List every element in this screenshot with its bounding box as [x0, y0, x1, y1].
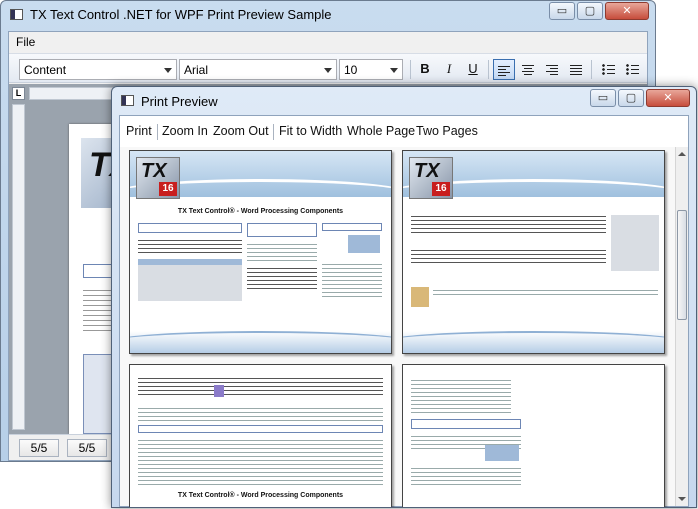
font-size-combobox[interactable]: 10: [339, 59, 403, 80]
scroll-thumb[interactable]: [677, 210, 687, 320]
scroll-down-arrow-icon[interactable]: [676, 493, 688, 506]
folder-image: [411, 287, 429, 307]
dialog-screenshot: [611, 215, 659, 271]
close-button[interactable]: ✕: [646, 89, 690, 107]
section-box: [138, 223, 242, 233]
close-button[interactable]: ✕: [605, 2, 649, 20]
numbered-list-button[interactable]: [621, 59, 643, 80]
text-block: [247, 265, 317, 289]
minimize-button[interactable]: ▭: [549, 2, 575, 20]
tx-logo: TX 16: [136, 157, 180, 199]
preview-page-1[interactable]: TX 16 TX Text Control® - Word Processing…: [129, 150, 392, 354]
maximize-button[interactable]: ▢: [577, 2, 603, 20]
align-right-button[interactable]: [541, 59, 563, 80]
preview-scroll-area[interactable]: TX 16 TX Text Control® - Word Processing…: [120, 147, 675, 507]
text-block: [138, 405, 383, 421]
app-icon: [10, 9, 23, 20]
align-center-button[interactable]: [517, 59, 539, 80]
text-block: [322, 261, 382, 297]
toolbar-separator: [157, 124, 158, 140]
print-button[interactable]: Print: [126, 124, 152, 138]
zoom-in-button[interactable]: Zoom In: [162, 124, 208, 138]
main-titlebar[interactable]: TX Text Control .NET for WPF Print Previ…: [1, 1, 655, 29]
section-indicator: 5/5: [67, 439, 107, 457]
style-combobox-value: Content: [24, 63, 67, 77]
underline-button[interactable]: U: [462, 59, 484, 80]
align-center-icon: [522, 64, 534, 75]
blue-callout: [348, 235, 380, 253]
preview-page-2[interactable]: TX 16: [402, 150, 665, 354]
two-pages-button[interactable]: Two Pages: [416, 124, 478, 138]
window-icon: [121, 95, 134, 106]
menu-file[interactable]: File: [16, 35, 35, 49]
print-preview-window: Print Preview ▭ ▢ ✕ Print Zoom In Zoom O…: [111, 86, 697, 508]
italic-button[interactable]: I: [438, 59, 460, 80]
print-preview-title: Print Preview: [141, 94, 218, 109]
page-heading: TX Text Control® - Word Processing Compo…: [177, 208, 344, 215]
text-block: [411, 213, 606, 233]
align-left-button[interactable]: [493, 59, 515, 80]
justify-icon: [570, 64, 582, 75]
vertical-scrollbar[interactable]: [675, 147, 688, 506]
print-preview-titlebar[interactable]: Print Preview ▭ ▢ ✕: [112, 87, 696, 114]
toolbar-separator: [488, 60, 489, 79]
chevron-down-icon: [164, 68, 172, 73]
text-block: [433, 287, 658, 297]
window-title: TX Text Control .NET for WPF Print Previ…: [30, 7, 332, 22]
fit-to-width-button[interactable]: Fit to Width: [279, 124, 342, 138]
print-preview-toolbar: Print Zoom In Zoom Out Fit to Width Whol…: [120, 116, 688, 146]
numbered-list-icon: [625, 64, 639, 76]
text-block: [411, 247, 606, 265]
font-combobox[interactable]: Arial: [179, 59, 337, 80]
tx-logo: TX 16: [409, 157, 453, 199]
text-block: [138, 437, 383, 487]
maximize-button[interactable]: ▢: [618, 89, 644, 107]
text-block: [138, 375, 383, 397]
formatting-toolbar: Content Arial 10 B I U: [9, 53, 647, 83]
text-block: [138, 237, 242, 255]
section-box: [411, 419, 521, 429]
text-block: [411, 465, 521, 485]
bold-button[interactable]: B: [414, 59, 436, 80]
section-box: [322, 223, 382, 231]
preview-page-3[interactable]: TX Text Control® - Word Processing Compo…: [129, 364, 392, 507]
page-footer-graphic: [403, 331, 664, 353]
bullet-list-button[interactable]: [597, 59, 619, 80]
scroll-up-arrow-icon[interactable]: [676, 147, 688, 160]
text-block: [411, 377, 511, 413]
page-heading: TX Text Control® - Word Processing Compo…: [177, 492, 344, 499]
style-combobox[interactable]: Content: [19, 59, 177, 80]
page-footer-graphic: [130, 331, 391, 353]
vertical-ruler[interactable]: [12, 104, 25, 430]
chevron-down-icon: [390, 68, 398, 73]
section-box: [247, 223, 317, 237]
align-left-icon: [498, 65, 510, 76]
tab-type-selector[interactable]: L: [12, 87, 25, 100]
preview-page-4[interactable]: [402, 364, 665, 507]
blue-callout: [485, 445, 519, 461]
minimize-button[interactable]: ▭: [590, 89, 616, 107]
section-box: [138, 425, 383, 433]
page-indicator: 5/5: [19, 439, 59, 457]
zoom-out-button[interactable]: Zoom Out: [213, 124, 269, 138]
justify-button[interactable]: [565, 59, 587, 80]
toolbar-separator: [591, 60, 592, 79]
menu-bar: File: [9, 32, 647, 53]
shield-image: [214, 385, 224, 397]
print-preview-client: Print Zoom In Zoom Out Fit to Width Whol…: [119, 115, 689, 507]
bullet-list-icon: [601, 64, 615, 76]
table-body: [138, 265, 242, 301]
font-combobox-value: Arial: [184, 63, 209, 77]
font-size-combobox-value: 10: [344, 63, 358, 77]
text-block: [247, 241, 317, 261]
whole-page-button[interactable]: Whole Page: [347, 124, 415, 138]
chevron-down-icon: [324, 68, 332, 73]
align-right-icon: [546, 64, 558, 75]
toolbar-separator: [273, 124, 274, 140]
toolbar-separator: [410, 60, 411, 79]
